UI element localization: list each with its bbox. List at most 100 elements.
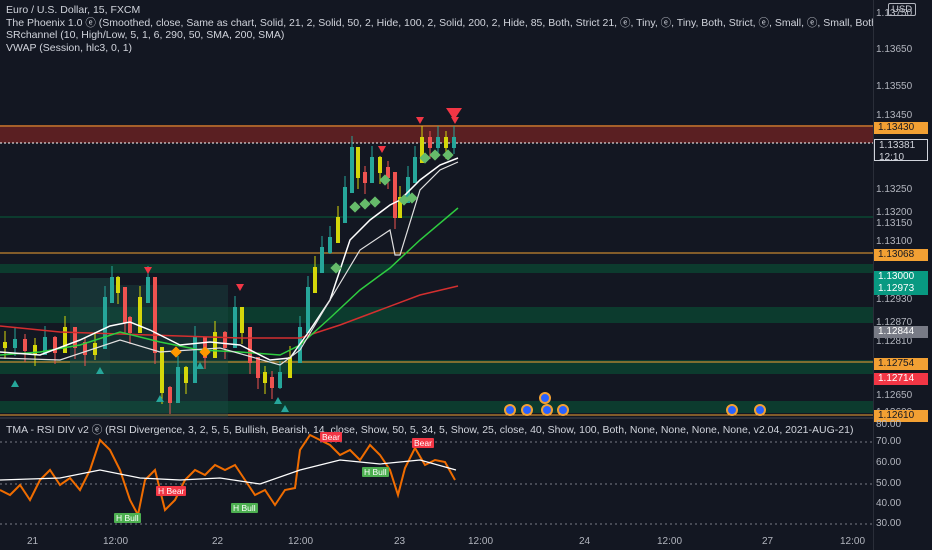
candle-body [313,267,317,293]
rsi-signal-label: Bear [320,432,342,442]
price-axis-label: 1.13100 [876,236,913,247]
green-diamond [442,149,454,161]
event-icon [726,404,738,416]
candle-body [270,377,274,388]
candle-body [123,287,127,323]
support-zone-a [0,264,873,273]
candle-body [343,187,347,223]
candle-body [184,367,188,383]
rsi-signal-label: H Bull [362,467,389,477]
candle-body [336,217,340,243]
time-axis-label: 22 [212,536,224,547]
price-tag-sup-a: 1.13000 [874,271,928,283]
event-icon [504,404,516,416]
sell-marker [378,146,386,153]
green-diamond [349,201,361,213]
sell-marker [236,284,244,291]
event-icon [557,404,569,416]
candle-body [138,297,142,333]
candle-body [23,339,27,351]
candle-body [3,342,7,348]
time-axis-label: 12:00 [840,536,866,547]
price-axis-label: 1.13450 [876,110,913,121]
rsi-signal-label: Bear [412,438,434,448]
rsi-indicator-legend[interactable]: TMA - RSI DIV v2 ⓔ (RSI Divergence, 3, 2… [6,422,853,437]
green-diamond [359,198,371,210]
rsi-axis-label: 50.00 [876,478,902,489]
event-icon [754,404,766,416]
price-tag-ma-red: 1.12714 [874,373,928,385]
rsi-axis-label: 40.00 [876,498,902,509]
price-axis-label: 1.12650 [876,390,913,401]
candle-body [248,327,252,363]
candle-body [128,317,132,333]
candle-body [160,347,164,393]
candle-body [320,247,324,273]
chart-legend: Euro / U.S. Dollar, 15, FXCM The Phoenix… [6,4,877,54]
support-line [0,216,873,218]
srchannel-indicator-legend[interactable]: SRchannel (10, High/Low, 5, 1, 6, 290, 5… [6,29,877,42]
buy-marker [11,380,19,387]
candle-body [278,372,282,388]
event-icon [521,404,533,416]
candle-body [413,157,417,183]
rsi-signal-label: H Bull [231,503,258,513]
rsi-axis-label: 70.00 [876,436,902,447]
sell-marker [416,117,424,124]
green-diamond [429,149,441,161]
event-icon [539,392,551,404]
candle-body [213,332,217,358]
candle-body [233,307,237,348]
phoenix-indicator-legend[interactable]: The Phoenix 1.0 ⓔ (Smoothed, close, Same… [6,17,877,30]
candle-body [356,147,360,178]
candle-body [436,137,440,148]
candle-body [146,277,150,303]
price-axis-label: 1.13200 [876,207,913,218]
candle-body [176,367,180,403]
ma-21-line [0,157,459,361]
candle-body [63,327,67,353]
candle-body [350,147,354,193]
candle-body [103,297,107,349]
rsi-axis-label: 80.00 [876,419,902,430]
candle-body [393,172,397,218]
time-axis-label: 27 [762,536,774,547]
candle-body [168,387,172,403]
vwap-line [0,161,459,366]
time-axis-label: 23 [394,536,406,547]
candle-body [428,137,432,148]
price-axis-label: 1.12930 [876,294,913,305]
candle-body [288,357,292,378]
price-tag-sup-b: 1.12973 [874,283,928,295]
vwap-indicator-legend[interactable]: VWAP (Session, hlc3, 0, 1) [6,42,877,55]
time-axis-label: 12:00 [103,536,129,547]
price-axis-label: 1.13150 [876,218,913,229]
symbol-title[interactable]: Euro / U.S. Dollar, 15, FXCM [6,4,877,17]
candle-body [110,277,114,303]
price-tag-level-3: 1.12754 [874,358,928,370]
price-chart[interactable] [0,0,873,550]
time-axis-label: 12:00 [657,536,683,547]
candle-body [73,327,77,348]
candle-body [13,339,17,348]
candle-body [444,137,448,148]
rsi-signal-label: H Bull [114,513,141,523]
candle-body [116,277,120,293]
price-tag-resistance-top: 1.13430 [874,122,928,134]
buy-marker [274,397,282,404]
event-icon [541,404,553,416]
price-tag-current: 1.13381 12:10 [874,139,928,163]
time-axis-label: 12:00 [468,536,494,547]
candle-body [328,237,332,253]
candle-body [370,157,374,183]
candle-body [363,172,367,183]
candle-body [240,307,244,333]
candle-body [378,157,382,173]
price-axis-label: 1.13550 [876,81,913,92]
green-diamond [369,196,381,208]
price-tag-level-2: 1.13068 [874,249,928,261]
candle-body [223,332,227,348]
rsi-axis-label: 60.00 [876,457,902,468]
candle-body [33,345,37,355]
rsi-signal-label: H Bear [156,486,187,496]
